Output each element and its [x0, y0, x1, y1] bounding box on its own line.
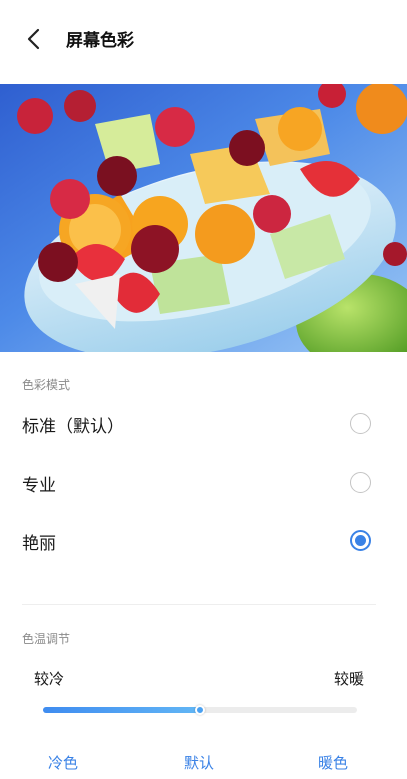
radio-button-unchecked[interactable] [350, 472, 371, 493]
color-preview-image [0, 84, 407, 352]
color-mode-option-label: 标准（默认） [22, 417, 124, 437]
cooler-label: 较冷 [34, 670, 65, 688]
slider-thumb[interactable] [195, 705, 205, 715]
color-mode-section-label: 色彩模式 [22, 378, 71, 392]
preset-cold-button[interactable]: 冷色 [48, 752, 78, 773]
color-mode-option-professional[interactable]: 专业 [0, 457, 407, 509]
back-arrow-icon[interactable] [22, 24, 48, 54]
radio-button-unchecked[interactable] [350, 413, 371, 434]
color-temperature-section-label: 色温调节 [22, 632, 71, 646]
section-divider [22, 604, 376, 605]
color-mode-option-label: 艳丽 [22, 534, 56, 554]
radio-button-checked[interactable] [350, 530, 371, 551]
preset-default-button[interactable]: 默认 [184, 752, 214, 773]
preset-warm-button[interactable]: 暖色 [318, 752, 348, 773]
header: 屏幕色彩 [0, 0, 407, 80]
warmer-label: 较暖 [334, 670, 365, 688]
color-mode-option-label: 专业 [22, 476, 56, 496]
slider-fill [43, 707, 200, 713]
color-temperature-slider[interactable] [43, 704, 357, 716]
color-mode-option-vivid[interactable]: 艳丽 [0, 515, 407, 567]
page-title: 屏幕色彩 [66, 31, 134, 51]
color-mode-option-standard[interactable]: 标准（默认） [0, 398, 407, 450]
